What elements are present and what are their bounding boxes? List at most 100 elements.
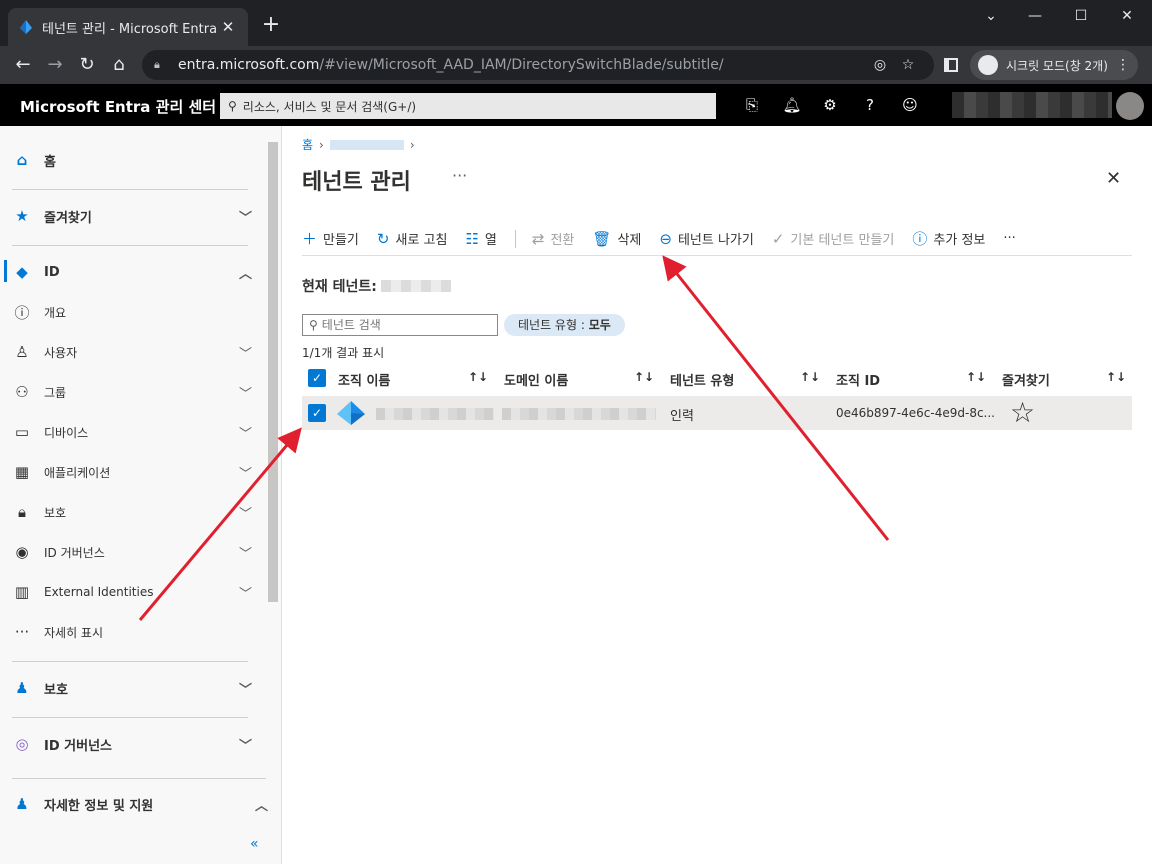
address-bar[interactable]: 🔒︎ entra.microsoft.com/#view/Microsoft_A… (142, 50, 934, 80)
nav-external-identities[interactable]: ▥ External Identities ﹀ (0, 572, 266, 612)
columns-button[interactable]: ☷ 열 (465, 229, 496, 249)
breadcrumb-tenant-redacted[interactable] (329, 139, 404, 150)
row-checkbox[interactable]: ✓ (308, 404, 326, 422)
nav-learn-support[interactable]: ♟ 자세한 정보 및 지원 ︿ (0, 784, 282, 824)
minimize-icon[interactable]: — (1018, 6, 1052, 26)
window-close-icon[interactable]: ✕ (1110, 6, 1144, 26)
nav-home[interactable]: ⌂ 홈 (0, 140, 266, 180)
forward-icon[interactable]: → (42, 52, 68, 78)
select-all-checkbox[interactable]: ✓ (308, 369, 326, 387)
overflow-button[interactable]: ··· (1003, 231, 1015, 246)
table-row[interactable]: ✓ 인력 0e46b897-4e6c-4e9d-8c... ☆ (302, 396, 1132, 430)
col-domain[interactable]: 도메인 이름 (504, 370, 568, 389)
favorite-star-icon[interactable]: ☆ (1010, 396, 1035, 430)
sort-icon[interactable]: ↑↓ (966, 370, 986, 384)
sort-icon[interactable]: ↑↓ (468, 370, 488, 384)
feedback-icon[interactable]: ☺ (900, 95, 920, 115)
refresh-button[interactable]: ↻ 새로 고침 (377, 229, 448, 249)
nav-groups[interactable]: ⚇ 그룹 ﹀ (0, 372, 266, 412)
back-icon[interactable]: ← (10, 52, 36, 78)
tenant-type-filter[interactable]: 테넌트 유형 : 모두 (504, 314, 625, 336)
browser-tab[interactable]: 테넌트 관리 - Microsoft Entra 관 ✕ (8, 8, 248, 46)
browser-menu-icon[interactable]: ⋮ (1116, 57, 1130, 73)
sidebar-scrollbar[interactable] (266, 142, 278, 746)
nav-protection-section[interactable]: ♟ 보호 ﹀ (0, 668, 266, 708)
portal-header: Microsoft Entra 관리 센터 ⚲ 리소스, 서비스 및 문서 검색… (0, 84, 1152, 126)
switch-button[interactable]: ⇄ 전환 (532, 229, 575, 249)
support-user-icon: ♟ (15, 795, 29, 813)
leave-tenant-button[interactable]: ⊖ 테넌트 나가기 (659, 229, 753, 249)
governance-section-icon: ◎ (15, 735, 29, 753)
make-default-button[interactable]: ✓ 기본 테넌트 만들기 (772, 229, 895, 249)
divider (12, 717, 248, 718)
org-name-redacted (376, 408, 494, 420)
chevron-down-icon: ﹀ (238, 506, 252, 522)
sort-icon[interactable]: ↑↓ (800, 370, 820, 384)
nav-id-label: ID (44, 264, 60, 280)
protection-user-icon: ♟ (15, 679, 29, 697)
tab-search-icon[interactable]: ⌄ (974, 6, 1008, 26)
collapse-nav-icon[interactable]: « (250, 836, 259, 852)
sidebar-scrollbar-thumb[interactable] (268, 142, 278, 602)
nav-overview[interactable]: ⓘ 개요 (0, 292, 266, 332)
new-tab-button[interactable]: + (258, 12, 284, 38)
entra-id-icon: ◆ (16, 263, 28, 281)
sort-icon[interactable]: ↑↓ (634, 370, 654, 384)
tab-title: 테넌트 관리 - Microsoft Entra 관 (42, 21, 218, 37)
nav-id-governance-section[interactable]: ◎ ID 거버넌스 ﹀ (0, 724, 266, 764)
incognito-indicator[interactable]: 시크릿 모드(창 2개) ⋮ (970, 50, 1138, 80)
nav-users[interactable]: ♙ 사용자 ﹀ (0, 332, 266, 372)
home-icon[interactable]: ⌂ (106, 52, 132, 78)
page-more-icon[interactable]: ··· (452, 166, 467, 185)
sort-icon[interactable]: ↑↓ (1106, 370, 1126, 384)
col-org-id[interactable]: 조직 ID (836, 370, 880, 389)
cloud-shell-icon[interactable]: ⎘ (742, 95, 762, 115)
bookmark-star-icon[interactable]: ☆ (894, 57, 922, 73)
notifications-icon[interactable]: 🔔︎ (782, 95, 802, 115)
create-button[interactable]: ＋ 만들기 (302, 228, 359, 249)
nav-id-governance[interactable]: ◉ ID 거버넌스 ﹀ (0, 532, 266, 572)
col-tenant-type[interactable]: 테넌트 유형 (670, 370, 734, 389)
tab-close-icon[interactable]: ✕ (218, 18, 238, 36)
nav-protection-section-label: 보호 (44, 682, 68, 698)
create-label: 만들기 (323, 233, 359, 248)
side-panel-icon[interactable] (944, 58, 958, 72)
nav-learn-support-label: 자세한 정보 및 지원 (44, 798, 154, 814)
eye-off-icon[interactable]: ◎ (866, 57, 894, 73)
command-divider (514, 229, 516, 248)
close-blade-icon[interactable]: ✕ (1106, 168, 1121, 189)
breadcrumb-home[interactable]: 홈 (302, 136, 313, 153)
settings-gear-icon[interactable]: ⚙ (820, 95, 840, 115)
nav-id[interactable]: ◆ ID ︿ (0, 252, 266, 292)
group-icon: ⚇ (15, 383, 29, 401)
chevron-down-icon: ﹀ (238, 546, 252, 562)
global-search[interactable]: ⚲ 리소스, 서비스 및 문서 검색(G+/) (220, 93, 716, 119)
nav-show-more[interactable]: ··· 자세히 표시 (0, 612, 266, 652)
more-info-button[interactable]: ⓘ 추가 정보 (912, 228, 985, 249)
col-favorites[interactable]: 즐겨찾기 (1002, 370, 1050, 389)
portal-title[interactable]: Microsoft Entra 관리 센터 (20, 96, 216, 117)
nav-protection-label: 보호 (44, 505, 67, 520)
account-name-redacted[interactable] (952, 92, 1112, 118)
filter-value: 모두 (588, 318, 611, 332)
maximize-icon[interactable]: ☐ (1064, 6, 1098, 26)
chevron-up-icon: ︿ (254, 798, 268, 814)
help-icon[interactable]: ? (860, 95, 880, 115)
nav-favorites[interactable]: ★ 즐겨찾기 ﹀ (0, 196, 266, 236)
nav-users-label: 사용자 (44, 345, 78, 360)
info-icon: ⓘ (14, 303, 30, 322)
divider (12, 661, 248, 662)
filter-label: 테넌트 유형 : (518, 318, 589, 332)
col-org-name[interactable]: 조직 이름 (338, 370, 390, 389)
nav-applications[interactable]: ▦ 애플리케이션 ﹀ (0, 452, 266, 492)
nav-devices[interactable]: ▭ 디바이스 ﹀ (0, 412, 266, 452)
tenant-search-input[interactable] (321, 318, 482, 332)
row-org-id: 0e46b897-4e6c-4e9d-8c... (836, 406, 995, 420)
chevron-down-icon: ﹀ (238, 346, 252, 362)
reload-icon[interactable]: ↻ (74, 52, 100, 78)
tenant-pyramid-icon (337, 401, 365, 425)
tenant-search-field[interactable]: ⚲ (302, 314, 498, 336)
nav-protection[interactable]: 🔒︎ 보호 ﹀ (0, 492, 266, 532)
delete-button[interactable]: 🗑︎ 삭제 (592, 229, 641, 249)
avatar[interactable] (1116, 92, 1144, 120)
